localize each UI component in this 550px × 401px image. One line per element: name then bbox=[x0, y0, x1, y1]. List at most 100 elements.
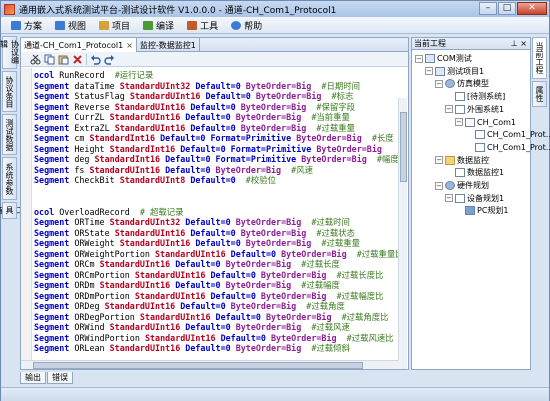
code-token: StandardUInt32 bbox=[119, 80, 191, 91]
code-line: Segment ORWind StandardUInt16 Default=0 … bbox=[34, 322, 404, 333]
horizontal-scrollbar[interactable] bbox=[21, 360, 399, 369]
menu-compile[interactable]: 编译 bbox=[143, 19, 174, 32]
code-token: dataTime bbox=[69, 80, 120, 91]
tree-node[interactable]: − 测试项目1 bbox=[425, 66, 484, 77]
code-token: #长度 bbox=[361, 133, 394, 143]
code-token: ORDeg bbox=[69, 301, 105, 311]
pin-icon[interactable]: ⊥ × bbox=[511, 38, 527, 49]
collapse-icon[interactable]: − bbox=[435, 181, 443, 190]
code-token: Default=0 bbox=[185, 175, 246, 185]
scroll-thumb[interactable] bbox=[400, 112, 407, 182]
tree-node[interactable]: − 设备规划1 bbox=[445, 193, 504, 204]
code-token: cm bbox=[69, 133, 90, 143]
tree-node-label: 硬件规划 bbox=[457, 181, 489, 190]
collapse-icon[interactable]: − bbox=[425, 67, 433, 76]
maximize-button[interactable]: □ bbox=[498, 2, 516, 15]
right-tab-properties[interactable]: 属性 bbox=[532, 81, 547, 107]
tree-node[interactable]: − 硬件规划 bbox=[435, 180, 489, 191]
collapse-icon[interactable]: − bbox=[445, 105, 453, 114]
tree-node[interactable]: PC规划1 bbox=[455, 205, 509, 216]
code-token: RunRecord bbox=[54, 70, 115, 80]
tree-node[interactable]: CH_Com1_Prot... bbox=[465, 129, 550, 140]
code-token: StandardUInt16 bbox=[114, 227, 186, 238]
bottom-panel-tabs: 输出 错误 bbox=[20, 372, 74, 384]
code-token: Segment bbox=[34, 133, 70, 143]
code-token: Segment bbox=[34, 311, 70, 322]
code-token: #过载幅度 bbox=[291, 280, 340, 290]
tab-output[interactable]: 输出 bbox=[20, 372, 46, 384]
collapse-icon[interactable]: − bbox=[415, 54, 423, 63]
paste-icon[interactable] bbox=[58, 54, 69, 65]
right-side-tabs: 当前工程 属性 bbox=[532, 37, 549, 109]
left-tab-protocol-items[interactable]: 协议条目 bbox=[2, 71, 17, 112]
vertical-scrollbar[interactable] bbox=[398, 98, 407, 369]
redo-icon[interactable] bbox=[104, 54, 115, 65]
tab-channel-protocol[interactable]: 通道-CH_Com1_Protocol1 × bbox=[21, 38, 137, 52]
menu-view[interactable]: 视图 bbox=[55, 19, 86, 32]
code-token: ORLean bbox=[69, 343, 110, 353]
tree-node[interactable]: − 数据监控 bbox=[435, 155, 489, 166]
code-token: ByteOrder=Big bbox=[235, 112, 302, 122]
code-line: Segment CurrZL StandardUInt16 Default=0 … bbox=[34, 112, 404, 123]
code-token: Segment bbox=[34, 80, 70, 91]
tree-node[interactable]: [待测系统] bbox=[445, 91, 505, 102]
code-token: ORWeight bbox=[69, 238, 120, 248]
tree-node[interactable]: − 仿真模型 bbox=[435, 78, 489, 89]
collapse-icon[interactable]: − bbox=[445, 194, 453, 203]
code-token: Default=0 Format=Primitive bbox=[160, 154, 302, 164]
code-token: #过载长度 bbox=[291, 259, 340, 269]
code-token: ByteOrder=Big bbox=[260, 290, 327, 301]
scroll-thumb[interactable] bbox=[33, 362, 363, 369]
code-editor[interactable]: ocol RunRecord #运行记录 Segment dataTime Sta… bbox=[21, 68, 408, 369]
code-token: StandardUInt16 bbox=[114, 122, 186, 133]
code-line: Segment cm StandardInt16 Default=0 Forma… bbox=[34, 133, 404, 144]
minimize-button[interactable]: – bbox=[479, 2, 497, 15]
line-gutter bbox=[21, 68, 32, 369]
code-token: StandardUInt16 bbox=[134, 290, 206, 301]
collapse-icon[interactable]: − bbox=[435, 79, 443, 88]
right-tab-current-project[interactable]: 当前工程 bbox=[532, 37, 547, 79]
left-tab-test-data[interactable]: 测试数据 bbox=[2, 114, 17, 155]
code-token: #当前重量 bbox=[301, 112, 350, 122]
code-token: ByteOrder=Big bbox=[255, 91, 322, 101]
project-panel-header: 当前工程 ⊥ × bbox=[412, 38, 530, 50]
code-token: Default=0 Format=Primitive bbox=[175, 143, 317, 154]
close-button[interactable]: ✕ bbox=[517, 2, 547, 15]
undo-icon[interactable] bbox=[90, 54, 101, 65]
code-token: #过载风速 bbox=[301, 322, 350, 332]
menu-project[interactable]: 项目 bbox=[99, 19, 130, 32]
code-line: Segment ORCm StandardUInt16 Default=0 By… bbox=[34, 259, 404, 270]
scheme-icon bbox=[11, 20, 21, 30]
tree-node[interactable]: 数据监控1 bbox=[445, 167, 504, 178]
code-token: Segment bbox=[34, 269, 70, 280]
tree-node[interactable]: − 外围系统1 bbox=[445, 104, 504, 115]
collapse-icon[interactable]: − bbox=[455, 118, 463, 126]
left-tab-protocol-edit[interactable]: 协议编辑 bbox=[0, 36, 20, 69]
menu-scheme[interactable]: 方案 bbox=[11, 19, 42, 32]
code-token: Default=0 bbox=[170, 259, 226, 269]
tree-node-label: 数据监控 bbox=[457, 155, 489, 165]
code-token: #幅度 bbox=[366, 154, 399, 164]
tree-node[interactable]: − COM测试 bbox=[415, 53, 472, 64]
code-token: #过载时间 bbox=[301, 217, 350, 227]
menu-help[interactable]: 帮助 bbox=[231, 19, 262, 32]
collapse-icon[interactable]: − bbox=[435, 156, 443, 165]
tab-data-monitor[interactable]: 监控-数据监控1 bbox=[137, 38, 200, 52]
left-tab-system-params[interactable]: 系统参数 bbox=[2, 157, 17, 200]
tab-errors[interactable]: 错误 bbox=[47, 372, 73, 384]
close-tab-icon[interactable]: × bbox=[126, 39, 133, 52]
computer-icon bbox=[425, 54, 435, 63]
left-tab-toolbox[interactable]: 工具箱 bbox=[0, 202, 25, 219]
code-token: StandardUInt32 bbox=[109, 217, 181, 227]
copy-icon[interactable] bbox=[44, 54, 55, 65]
code-lines: ocol RunRecord #运行记录 Segment dataTime Sta… bbox=[34, 70, 404, 354]
code-token: #过载角度 bbox=[296, 301, 345, 311]
tree-node[interactable]: − CH_Com1 bbox=[455, 117, 516, 128]
tree-node[interactable]: CH_Com1_Prot... bbox=[465, 142, 550, 153]
code-token: ByteOrder=Big bbox=[301, 154, 367, 164]
code-token: Default=0 bbox=[200, 91, 256, 101]
cut-icon[interactable] bbox=[30, 54, 41, 65]
delete-icon[interactable] bbox=[72, 54, 83, 65]
menu-tools[interactable]: 工具 bbox=[187, 19, 218, 32]
